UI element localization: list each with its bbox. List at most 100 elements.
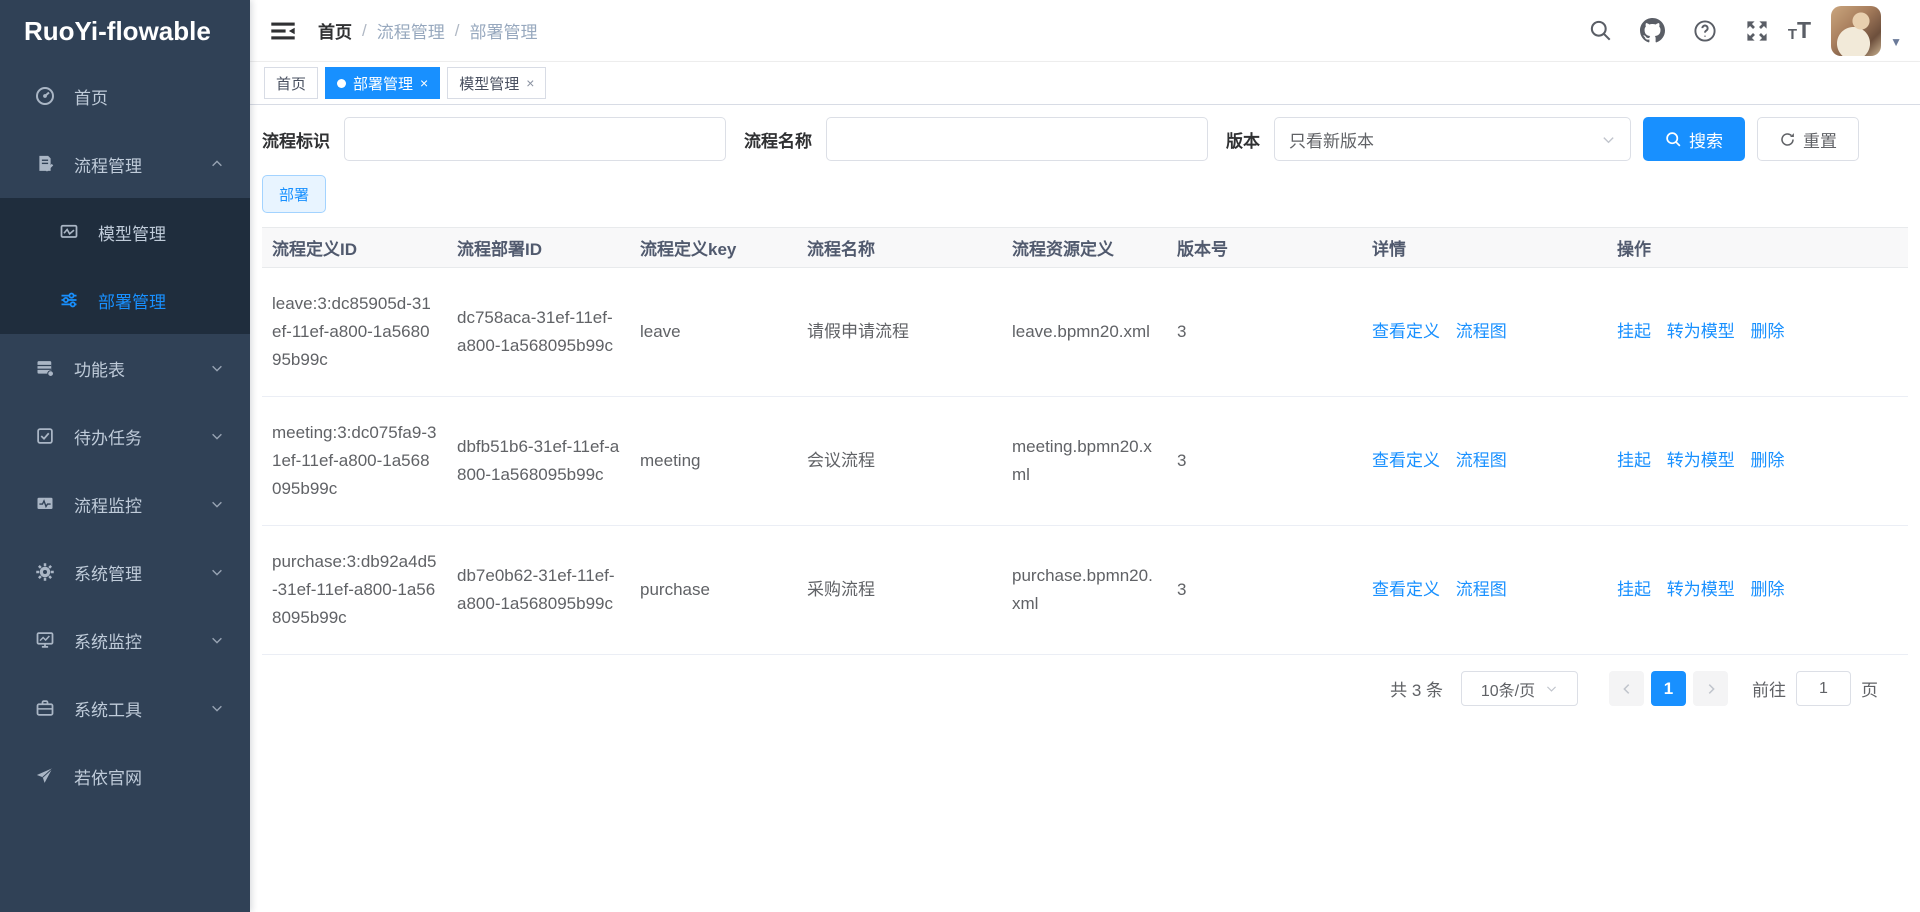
tag-model-mgmt[interactable]: 模型管理 × xyxy=(447,67,546,99)
cell-definition-id: leave:3:dc85905d-31ef-11ef-a800-1a568095… xyxy=(262,268,447,397)
sidebar-item-label: 系统工具 xyxy=(74,696,142,721)
goto-page-input[interactable] xyxy=(1796,671,1851,706)
github-icon[interactable] xyxy=(1632,10,1674,52)
page-size-select[interactable]: 10条/页 xyxy=(1461,671,1578,706)
breadcrumb-home[interactable]: 首页 xyxy=(318,18,352,43)
chevron-down-icon xyxy=(210,565,224,579)
reset-button-label: 重置 xyxy=(1803,127,1837,152)
goto-label: 前往 xyxy=(1752,676,1786,701)
pagination: 共 3 条 10条/页 1 前往 页 xyxy=(262,671,1908,706)
delete-link[interactable]: 删除 xyxy=(1750,451,1784,470)
tag-label: 部署管理 xyxy=(353,73,413,94)
process-name-input[interactable] xyxy=(826,117,1208,161)
todo-check-icon xyxy=(34,425,56,447)
delete-link[interactable]: 删除 xyxy=(1750,580,1784,599)
suspend-link[interactable]: 挂起 xyxy=(1617,580,1651,599)
tag-deploy-mgmt[interactable]: 部署管理 × xyxy=(325,67,440,99)
suspend-link[interactable]: 挂起 xyxy=(1617,322,1651,341)
pagination-total: 共 3 条 xyxy=(1390,676,1443,701)
close-icon[interactable]: × xyxy=(526,75,534,91)
prev-page-button[interactable] xyxy=(1609,671,1644,706)
col-process-name: 流程名称 xyxy=(797,228,1002,268)
cell-process-name: 采购流程 xyxy=(797,526,1002,655)
col-version: 版本号 xyxy=(1167,228,1362,268)
flow-diagram-link[interactable]: 流程图 xyxy=(1456,451,1507,470)
cell-operation: 挂起 转为模型 删除 xyxy=(1607,397,1908,526)
sidebar-item-system-mgmt[interactable]: 系统管理 xyxy=(0,538,250,606)
deploy-button[interactable]: 部署 xyxy=(262,175,326,213)
search-form: 流程标识 流程名称 版本 只看新版本 搜索 xyxy=(262,117,1908,161)
sidebar-item-label: 首页 xyxy=(74,84,108,109)
page-number-button[interactable]: 1 xyxy=(1651,671,1686,706)
monitor-pulse-icon xyxy=(34,493,56,515)
convert-to-model-link[interactable]: 转为模型 xyxy=(1667,580,1735,599)
fullscreen-icon[interactable] xyxy=(1736,10,1778,52)
version-select-value: 只看新版本 xyxy=(1289,127,1374,152)
sidebar-item-deploy-mgmt[interactable]: 部署管理 xyxy=(0,266,250,334)
sidebar-item-ruoyi-site[interactable]: 若依官网 xyxy=(0,742,250,810)
tag-label: 模型管理 xyxy=(459,73,519,94)
cell-version: 3 xyxy=(1167,268,1362,397)
cell-definition-key: purchase xyxy=(630,526,797,655)
tag-home[interactable]: 首页 xyxy=(264,67,318,99)
page-content: 流程标识 流程名称 版本 只看新版本 搜索 xyxy=(250,105,1920,912)
flow-diagram-link[interactable]: 流程图 xyxy=(1456,580,1507,599)
sidebar-item-home[interactable]: 首页 xyxy=(0,62,250,130)
chevron-down-icon xyxy=(210,701,224,715)
table-row: meeting:3:dc075fa9-31ef-11ef-a800-1a5680… xyxy=(262,397,1908,526)
sidebar-toggle-icon[interactable] xyxy=(270,18,296,44)
font-size-icon[interactable]: TT xyxy=(1788,19,1811,42)
user-menu[interactable]: ▼ xyxy=(1831,6,1902,56)
table-row: purchase:3:db92a4d5-31ef-11ef-a800-1a568… xyxy=(262,526,1908,655)
suspend-link[interactable]: 挂起 xyxy=(1617,451,1651,470)
cell-process-name: 请假申请流程 xyxy=(797,268,1002,397)
cell-process-name: 会议流程 xyxy=(797,397,1002,526)
search-icon[interactable] xyxy=(1580,10,1622,52)
sidebar-item-system-tools[interactable]: 系统工具 xyxy=(0,674,250,742)
model-chart-icon xyxy=(58,221,80,243)
avatar[interactable] xyxy=(1831,6,1881,56)
flow-doc-icon xyxy=(34,153,56,175)
app-logo[interactable]: RuoYi-flowable xyxy=(0,0,250,62)
top-navbar: 首页 / 流程管理 / 部署管理 TT xyxy=(250,0,1920,62)
next-page-button[interactable] xyxy=(1693,671,1728,706)
view-definition-link[interactable]: 查看定义 xyxy=(1372,451,1440,470)
delete-link[interactable]: 删除 xyxy=(1750,322,1784,341)
view-definition-link[interactable]: 查看定义 xyxy=(1372,322,1440,341)
convert-to-model-link[interactable]: 转为模型 xyxy=(1667,451,1735,470)
cell-deployment-id: dbfb51b6-31ef-11ef-a800-1a568095b99c xyxy=(447,397,630,526)
breadcrumb-separator: / xyxy=(362,21,367,41)
search-button[interactable]: 搜索 xyxy=(1643,117,1745,161)
sidebar-item-label: 系统监控 xyxy=(74,628,142,653)
sidebar-item-todo-tasks[interactable]: 待办任务 xyxy=(0,402,250,470)
sidebar-item-system-monitor[interactable]: 系统监控 xyxy=(0,606,250,674)
version-label: 版本 xyxy=(1226,127,1260,152)
breadcrumb: 首页 / 流程管理 / 部署管理 xyxy=(318,18,537,43)
breadcrumb-deploy-mgmt: 部署管理 xyxy=(469,18,537,43)
reset-button[interactable]: 重置 xyxy=(1757,117,1859,161)
dashboard-icon xyxy=(34,85,56,107)
chevron-down-icon xyxy=(210,361,224,375)
col-definition-key: 流程定义key xyxy=(630,228,797,268)
process-key-label: 流程标识 xyxy=(262,127,330,152)
cell-version: 3 xyxy=(1167,526,1362,655)
col-deployment-id: 流程部署ID xyxy=(447,228,630,268)
cell-operation: 挂起 转为模型 删除 xyxy=(1607,526,1908,655)
cell-detail: 查看定义 流程图 xyxy=(1362,268,1607,397)
flow-diagram-link[interactable]: 流程图 xyxy=(1456,322,1507,341)
sidebar-item-process-mgmt[interactable]: 流程管理 xyxy=(0,130,250,198)
cell-definition-key: leave xyxy=(630,268,797,397)
convert-to-model-link[interactable]: 转为模型 xyxy=(1667,322,1735,341)
briefcase-icon xyxy=(34,697,56,719)
close-icon[interactable]: × xyxy=(420,75,428,91)
help-icon[interactable] xyxy=(1684,10,1726,52)
view-definition-link[interactable]: 查看定义 xyxy=(1372,580,1440,599)
cell-deployment-id: dc758aca-31ef-11ef-a800-1a568095b99c xyxy=(447,268,630,397)
chevron-down-icon xyxy=(210,429,224,443)
process-key-input[interactable] xyxy=(344,117,726,161)
sidebar-item-model-mgmt[interactable]: 模型管理 xyxy=(0,198,250,266)
sidebar-item-function-table[interactable]: 功能表 xyxy=(0,334,250,402)
col-definition-id: 流程定义ID xyxy=(262,228,447,268)
version-select[interactable]: 只看新版本 xyxy=(1274,117,1631,161)
sidebar-item-process-monitor[interactable]: 流程监控 xyxy=(0,470,250,538)
